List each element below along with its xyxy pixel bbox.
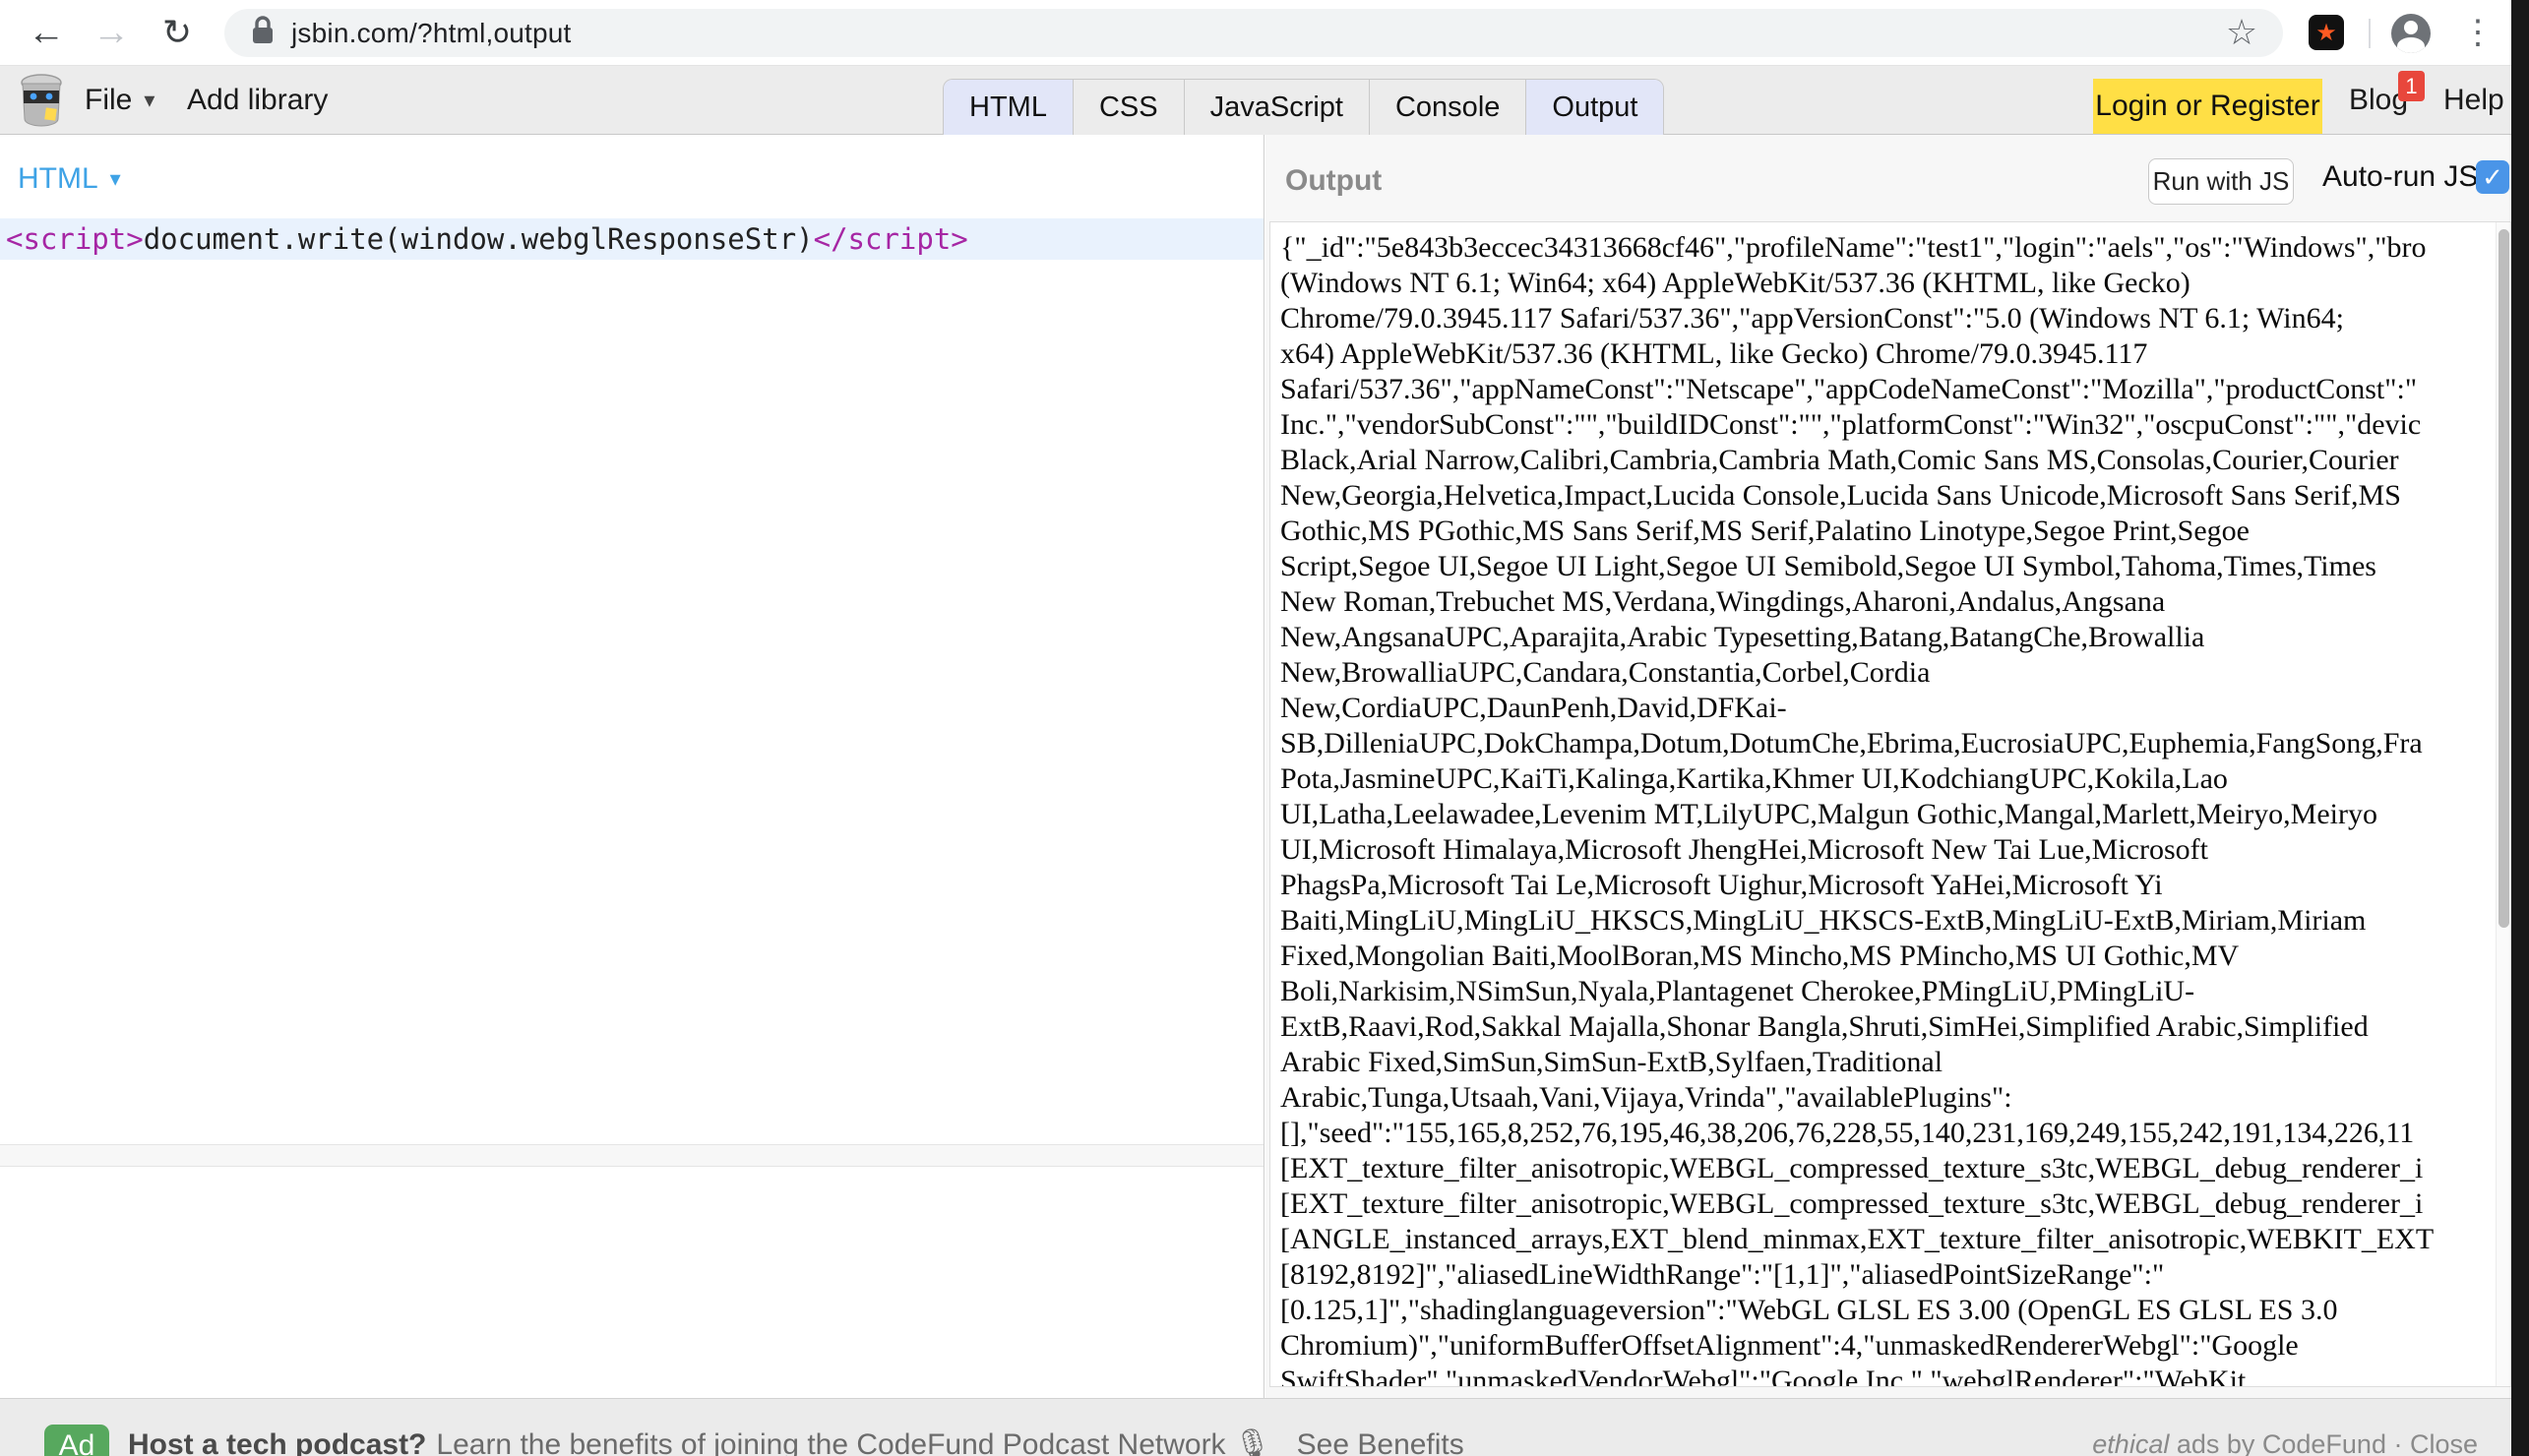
output-line: Script,Segoe UI,Segoe UI Light,Segoe UI … bbox=[1280, 549, 2495, 584]
output-line: Safari/537.36","appNameConst":"Netscape"… bbox=[1280, 372, 2495, 407]
bookmark-star-icon[interactable]: ☆ bbox=[2217, 0, 2266, 65]
output-line: [EXT_texture_filter_anisotropic,WEBGL_co… bbox=[1280, 1186, 2495, 1222]
tab-html[interactable]: HTML bbox=[944, 80, 1074, 135]
output-line: [8192,8192]","aliasedLineWidthRange":"[1… bbox=[1280, 1257, 2495, 1293]
autorun-js-checkbox[interactable]: ✓ bbox=[2476, 160, 2509, 194]
ad-message: Host a tech podcast? Learn the benefits o… bbox=[128, 1427, 1464, 1456]
check-icon: ✓ bbox=[2482, 162, 2503, 193]
file-menu[interactable]: File ▾ bbox=[85, 66, 154, 134]
ad-attribution: ethical ads by CodeFund · Close bbox=[2092, 1429, 2478, 1456]
output-scrollbar-track bbox=[2496, 222, 2510, 1386]
ad-body-text: Learn the benefits of joining the CodeFu… bbox=[436, 1428, 1225, 1456]
code-editor-active-line[interactable]: <script>document.write(window.webglRespo… bbox=[0, 218, 1264, 260]
panel-tabs: HTML CSS JavaScript Console Output bbox=[943, 79, 1664, 135]
tab-javascript[interactable]: JavaScript bbox=[1185, 80, 1370, 135]
output-panel: Output Run with JS Auto-run JS ✓ {"_id":… bbox=[1265, 135, 2511, 1398]
see-benefits-link[interactable]: See Benefits bbox=[1297, 1428, 1464, 1456]
code-open-tag: <script> bbox=[6, 222, 144, 256]
tab-output[interactable]: Output bbox=[1526, 80, 1663, 135]
profile-avatar[interactable] bbox=[2391, 14, 2431, 53]
tab-console[interactable]: Console bbox=[1370, 80, 1526, 135]
url-bar[interactable]: jsbin.com/?html,output bbox=[224, 9, 2283, 57]
add-library-label: Add library bbox=[187, 84, 328, 117]
output-line: Pota,JasmineUPC,KaiTi,Kalinga,Kartika,Kh… bbox=[1280, 761, 2495, 797]
output-line: (Windows NT 6.1; Win64; x64) AppleWebKit… bbox=[1280, 266, 2495, 301]
ad-close-link[interactable]: Close bbox=[2410, 1429, 2478, 1456]
output-line: [ANGLE_instanced_arrays,EXT_blend_minmax… bbox=[1280, 1222, 2495, 1257]
chrome-separator bbox=[2369, 19, 2371, 48]
back-icon[interactable]: ← bbox=[22, 0, 71, 65]
reload-icon[interactable]: ↻ bbox=[153, 0, 202, 65]
output-line: Chrome/79.0.3945.117 Safari/537.36","app… bbox=[1280, 301, 2495, 336]
output-line: PhagsPa,Microsoft Tai Le,Microsoft Uighu… bbox=[1280, 868, 2495, 903]
jsbin-logo[interactable] bbox=[20, 74, 63, 127]
output-line: Arabic,Tunga,Utsaah,Vani,Vijaya,Vrinda",… bbox=[1280, 1080, 2495, 1116]
output-json-text: {"_id":"5e843b3eccec34313668cf46","profi… bbox=[1280, 230, 2495, 1386]
output-line: Chromium)","uniformBufferOffsetAlignment… bbox=[1280, 1328, 2495, 1364]
ad-badge: Ad bbox=[44, 1425, 109, 1456]
output-line: Black,Arial Narrow,Calibri,Cambria,Cambr… bbox=[1280, 443, 2495, 478]
extension-icon[interactable]: ★ bbox=[2309, 15, 2344, 50]
tab-css[interactable]: CSS bbox=[1074, 80, 1185, 135]
jsbin-toolbar: File ▾ Add library HTML CSS JavaScript C… bbox=[0, 65, 2529, 135]
lock-icon bbox=[250, 15, 276, 51]
run-with-js-button[interactable]: Run with JS bbox=[2148, 158, 2294, 205]
output-line: Boli,Narkisim,NSimSun,Nyala,Plantagenet … bbox=[1280, 974, 2495, 1009]
output-line: Fixed,Mongolian Baiti,MoolBoran,MS Minch… bbox=[1280, 939, 2495, 974]
code-body: document.write(window.webglResponseStr) bbox=[144, 222, 814, 256]
help-link[interactable]: Help bbox=[2443, 66, 2504, 134]
url-text: jsbin.com/?html,output bbox=[291, 18, 572, 49]
code-close-tag: </script> bbox=[814, 222, 968, 256]
output-scrollbar-thumb[interactable] bbox=[2498, 229, 2509, 928]
output-line: [],"seed":"155,165,8,252,76,195,46,38,20… bbox=[1280, 1116, 2495, 1151]
output-line: New,Georgia,Helvetica,Impact,Lucida Cons… bbox=[1280, 478, 2495, 514]
output-line: Inc.","vendorSubConst":"","buildIDConst"… bbox=[1280, 407, 2495, 443]
output-line: [EXT_texture_filter_anisotropic,WEBGL_co… bbox=[1280, 1151, 2495, 1186]
browser-chrome: ← → ↻ jsbin.com/?html,output ☆ ★ ⋮ bbox=[0, 0, 2529, 65]
output-line: New Roman,Trebuchet MS,Verdana,Wingdings… bbox=[1280, 584, 2495, 620]
output-line: New,CordiaUPC,DaunPenh,David,DFKai- bbox=[1280, 691, 2495, 726]
output-panel-title: Output bbox=[1285, 164, 1382, 198]
output-line: New,AngsanaUPC,Aparajita,Arabic Typesett… bbox=[1280, 620, 2495, 655]
html-panel-menu[interactable]: HTML ▾ bbox=[18, 162, 121, 196]
file-menu-label: File bbox=[85, 84, 132, 117]
output-line: {"_id":"5e843b3eccec34313668cf46","profi… bbox=[1280, 230, 2495, 266]
autorun-js-label[interactable]: Auto-run JS bbox=[2322, 160, 2478, 194]
chevron-down-icon: ▾ bbox=[144, 88, 154, 113]
output-line: SB,DilleniaUPC,DokChampa,Dotum,DotumChe,… bbox=[1280, 726, 2495, 761]
screen-edge-strip bbox=[2511, 0, 2529, 1456]
html-panel: HTML ▾ <script>document.write(window.web… bbox=[0, 135, 1264, 1398]
output-line: ExtB,Raavi,Rod,Sakkal Majalla,Shonar Ban… bbox=[1280, 1009, 2495, 1045]
output-line: UI,Latha,Leelawadee,Levenim MT,LilyUPC,M… bbox=[1280, 797, 2495, 832]
ad-headline: Host a tech podcast? bbox=[128, 1428, 426, 1456]
chevron-down-icon: ▾ bbox=[110, 166, 121, 192]
output-line: Gothic,MS PGothic,MS Sans Serif,MS Serif… bbox=[1280, 514, 2495, 549]
ethical-label: ethical bbox=[2092, 1429, 2169, 1456]
microphone-icon: 🎙 bbox=[1234, 1428, 1271, 1456]
output-line: x64) AppleWebKit/537.36 (KHTML, like Gec… bbox=[1280, 336, 2495, 372]
output-line: UI,Microsoft Himalaya,Microsoft JhengHei… bbox=[1280, 832, 2495, 868]
login-register-button[interactable]: Login or Register bbox=[2093, 79, 2322, 134]
editor-panels: HTML ▾ <script>document.write(window.web… bbox=[0, 135, 2529, 1398]
output-line: Arabic Fixed,SimSun,SimSun-ExtB,Sylfaen,… bbox=[1280, 1045, 2495, 1080]
jsbin-window: ← → ↻ jsbin.com/?html,output ☆ ★ ⋮ bbox=[0, 0, 2529, 1456]
forward-icon[interactable]: → bbox=[87, 0, 136, 65]
output-frame: {"_id":"5e843b3eccec34313668cf46","profi… bbox=[1269, 221, 2511, 1387]
output-line: New,BrowalliaUPC,Candara,Constantia,Corb… bbox=[1280, 655, 2495, 691]
output-line: SwiftShader","unmaskedVendorWebgl":"Goog… bbox=[1280, 1364, 2495, 1386]
browser-menu-icon[interactable]: ⋮ bbox=[2456, 0, 2499, 65]
editor-splitter-handle[interactable] bbox=[0, 1144, 1264, 1167]
blog-badge: 1 bbox=[2398, 71, 2425, 101]
html-panel-title: HTML bbox=[18, 162, 98, 196]
ads-by-codefund-label: ads by CodeFund · bbox=[2169, 1429, 2410, 1456]
output-line: [0.125,1]","shadinglanguageversion":"Web… bbox=[1280, 1293, 2495, 1328]
output-line: Baiti,MingLiU,MingLiU_HKSCS,MingLiU_HKSC… bbox=[1280, 903, 2495, 939]
codefund-ad-bar: Ad Host a tech podcast? Learn the benefit… bbox=[0, 1398, 2529, 1456]
add-library-button[interactable]: Add library bbox=[187, 66, 328, 134]
